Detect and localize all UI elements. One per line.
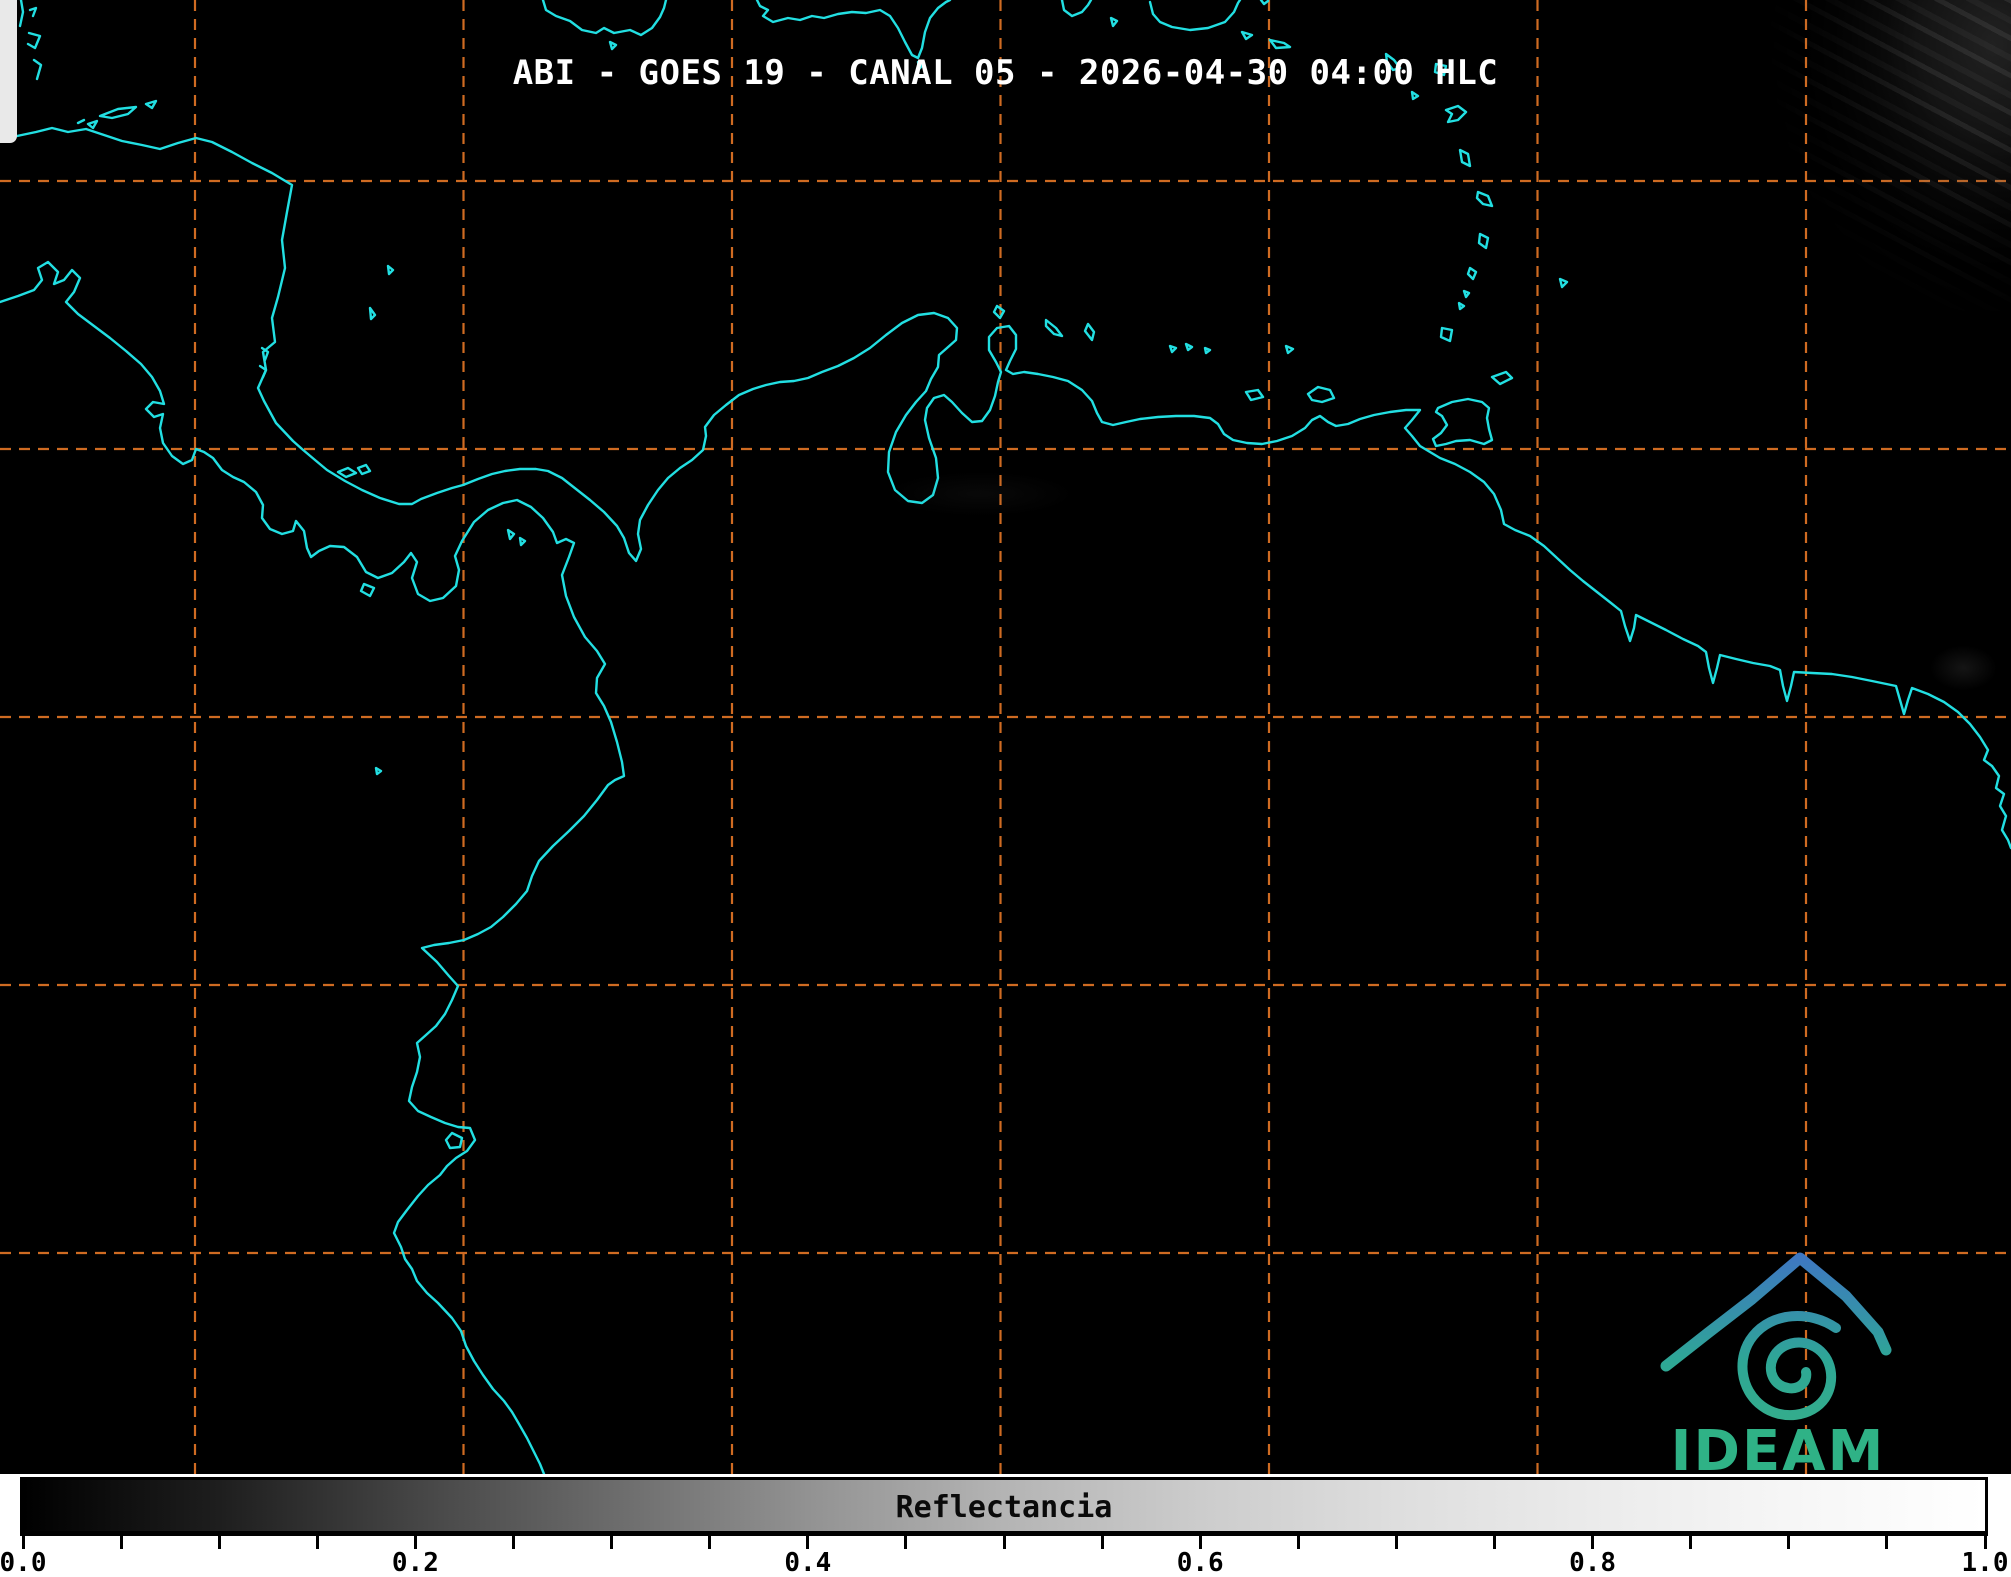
colorbar-tick-labels: 0.0 0.2 0.4 0.6 0.8 1.0: [0, 1548, 2011, 1577]
colorbar-tick-label: 1.0: [1961, 1548, 2009, 1577]
islands-virgin: [1268, 38, 1292, 50]
islands-bay-honduras: [76, 99, 158, 130]
coastline-pacific-mainland: [0, 260, 626, 1474]
island-puna: [444, 1131, 464, 1150]
colorbar-tick-label: 0.2: [391, 1548, 439, 1577]
colorbar-tick-label: 0.6: [1176, 1548, 1224, 1577]
colorbar-panel: Reflectancia 0.0 0.2 0.4 0.6 0.8 1.0: [0, 1474, 2011, 1577]
islands-venezuela-offshore: [992, 304, 1336, 404]
colorbar-tick-label: 0.0: [0, 1548, 47, 1577]
island-puerto-rico: [1148, 0, 1270, 41]
island-hispaniola-east: [1060, 0, 1119, 28]
island-trinidad: [1431, 397, 1494, 448]
island-jamaica: [541, 0, 668, 51]
colorbar-gradient-bar: Reflectancia: [20, 1477, 1988, 1536]
ideam-logo: IDEAM: [1660, 1252, 1892, 1480]
page-title: ABI - GOES 19 - CANAL 05 - 2026-04-30 04…: [512, 53, 1499, 93]
cloud-smudge-center: [845, 462, 1115, 526]
colorbar-title: Reflectancia: [895, 1490, 1113, 1525]
satellite-map: ABI - GOES 19 - CANAL 05 - 2026-04-30 04…: [0, 0, 2011, 1480]
cloud-speck-right: [1916, 636, 2011, 700]
colorbar-tick-label: 0.8: [1569, 1548, 1617, 1577]
island-tobago: [1490, 370, 1514, 386]
colorbar-tick-label: 0.4: [784, 1548, 832, 1577]
cloud-texture-top-right: [1762, 0, 2011, 320]
logo-spiral-icon: [1737, 1311, 1841, 1421]
islands-colombia-offshore: [336, 264, 527, 776]
satellite-image-screen: ABI - GOES 19 - CANAL 05 - 2026-04-30 04…: [0, 0, 2011, 1577]
logo-text: IDEAM: [1671, 1419, 1886, 1480]
islands-lesser-antilles: [1384, 52, 1569, 343]
